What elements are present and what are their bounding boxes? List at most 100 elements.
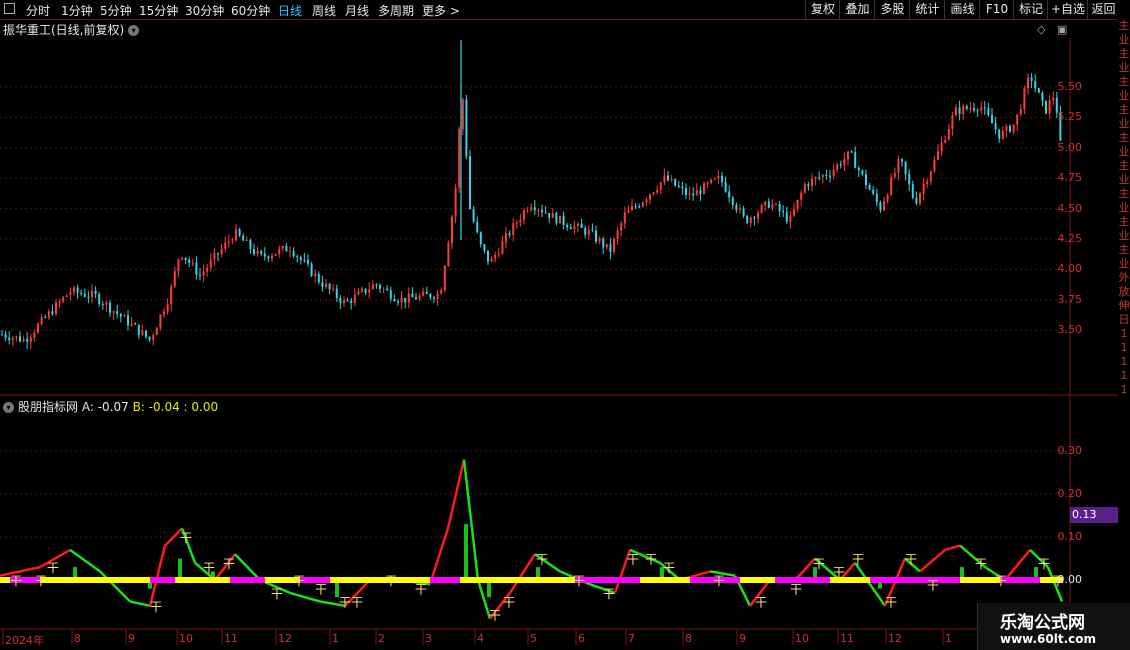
date-label: 9 — [739, 632, 746, 645]
candlestick — [731, 195, 734, 210]
baseline-magenta — [775, 577, 830, 583]
candle-body — [22, 338, 25, 342]
candle-body — [746, 215, 749, 223]
panel-controls[interactable]: ◇ ▣ — [1037, 23, 1067, 36]
candle-body — [332, 288, 335, 290]
candle-body — [623, 212, 626, 224]
chevron-down-icon[interactable]: ▾ — [3, 402, 14, 413]
candlestick — [706, 180, 709, 189]
side-strip-char: 主 — [1118, 19, 1130, 32]
candlestick — [544, 206, 547, 214]
candle-body — [1045, 100, 1047, 114]
candle-body — [728, 191, 731, 198]
candlestick — [847, 151, 849, 166]
stock-title[interactable]: 振华重工(日线,前复权) ▾ — [3, 21, 140, 38]
side-info-strip[interactable]: 主业主业主业主业主业主业主业主业主业外放伸日11111 — [1118, 19, 1130, 650]
candlestick — [685, 183, 687, 200]
candle-body — [469, 156, 471, 209]
candlestick — [555, 211, 558, 226]
candle-body — [346, 300, 349, 302]
candle-body — [411, 293, 414, 298]
candlestick — [37, 321, 39, 334]
candlestick — [551, 208, 554, 218]
candle-body — [767, 201, 770, 208]
candlestick — [1016, 114, 1019, 131]
candle-body — [76, 287, 79, 293]
candle-body — [206, 267, 209, 272]
indicator-line-segment — [919, 548, 946, 573]
candlestick — [505, 227, 507, 249]
candle-body — [335, 288, 338, 298]
candle-body — [19, 336, 21, 342]
side-strip-char: 主 — [1118, 243, 1130, 256]
candle-body — [911, 184, 914, 198]
candlestick — [569, 223, 572, 230]
candle-body — [753, 217, 756, 219]
candlestick — [796, 199, 799, 212]
candle-body — [634, 206, 637, 208]
candlestick — [364, 288, 367, 296]
candle-body — [778, 203, 781, 212]
candle-body — [951, 115, 954, 129]
candle-body — [955, 107, 957, 116]
indicator-line-segment — [428, 528, 450, 585]
candlestick — [530, 203, 533, 212]
signal-glyph: 干 — [627, 553, 639, 567]
candlestick — [11, 335, 14, 346]
candlestick — [253, 243, 255, 257]
candle-body — [609, 243, 612, 252]
candle-body — [789, 215, 792, 222]
candle-body — [652, 192, 655, 195]
candle-body — [674, 179, 677, 186]
candle-body — [976, 110, 979, 112]
candle-body — [620, 223, 623, 231]
candlestick — [274, 253, 277, 257]
candle-body — [382, 288, 385, 290]
candlestick — [951, 111, 954, 136]
candlestick — [836, 162, 839, 174]
candlestick — [782, 205, 785, 218]
price-tick-label: 5.00 — [1057, 140, 1083, 154]
candle-body — [515, 222, 518, 224]
indicator-tick-label: 0.00 — [1057, 573, 1083, 586]
candle-body — [285, 245, 288, 252]
candle-body — [497, 253, 500, 255]
candlestick — [332, 284, 335, 292]
candlestick — [469, 149, 471, 210]
candle-body — [922, 184, 925, 194]
candlestick — [436, 289, 439, 306]
candle-body — [908, 174, 911, 185]
candle-body — [940, 142, 943, 152]
signal-glyph: 干 — [603, 587, 615, 601]
candle-body — [1037, 88, 1040, 93]
candlestick — [411, 286, 414, 298]
baseline-magenta — [230, 577, 265, 583]
window-icon[interactable]: ▣ — [1057, 23, 1067, 36]
candle-body — [443, 266, 446, 290]
candle-body — [764, 201, 767, 206]
candle-body — [350, 300, 353, 303]
kline-chart[interactable]: 干干干干干干 干干干干干 干干干干干干干干干 干干干干干干干干干干干干干干干 — [0, 0, 1130, 650]
candle-body — [782, 211, 785, 213]
candlestick — [425, 286, 428, 295]
candle-body — [361, 288, 363, 292]
candlestick — [501, 235, 504, 255]
indicator-title[interactable]: ▾ 股朋指标网 A: -0.07 B: -0.04 : 0.00 — [3, 398, 218, 415]
candlestick — [22, 335, 25, 343]
candle-body — [101, 304, 104, 306]
candle-body — [915, 197, 918, 204]
candle-body — [436, 293, 439, 299]
indicator-line-segment — [99, 570, 131, 603]
chevron-down-icon[interactable]: ▾ — [128, 25, 140, 36]
candle-body — [94, 291, 97, 295]
candle-body — [281, 245, 284, 249]
candle-body — [163, 311, 165, 315]
candlestick — [742, 205, 745, 218]
candlestick — [728, 185, 731, 203]
date-label: 1 — [945, 632, 952, 645]
diamond-icon[interactable]: ◇ — [1037, 23, 1045, 36]
candle-body — [479, 232, 482, 245]
candlestick — [623, 206, 626, 229]
candlestick — [908, 168, 911, 191]
candle-body — [1009, 125, 1011, 132]
